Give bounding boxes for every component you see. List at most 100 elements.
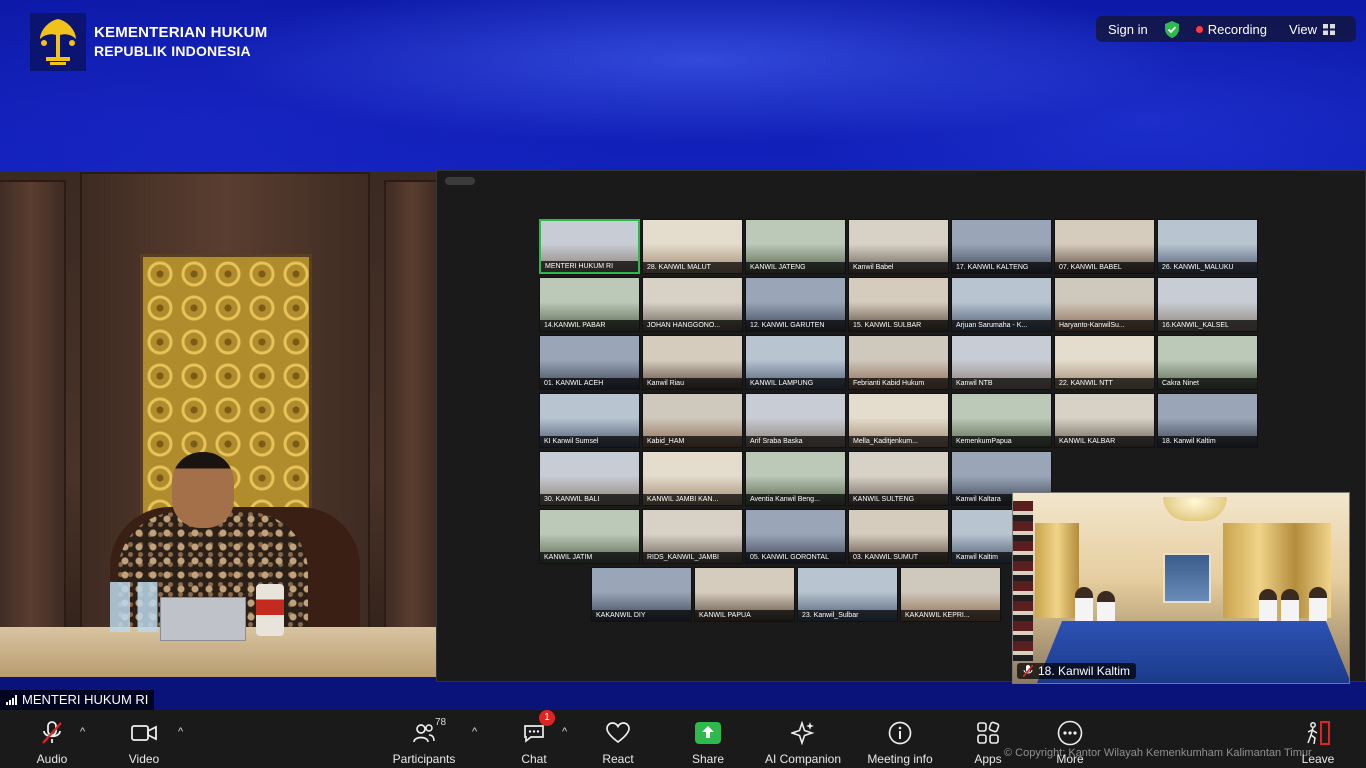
participant-tile[interactable]: 30. KANWIL BALI <box>539 451 640 506</box>
logo-title-line2: REPUBLIK INDONESIA <box>94 43 251 59</box>
participant-tile[interactable]: 22. KANWIL NTT <box>1054 335 1155 390</box>
participant-tile[interactable]: 14.KANWIL PABAR <box>539 277 640 332</box>
participants-options-chevron-up-icon[interactable]: ^ <box>472 726 477 738</box>
participant-tile[interactable]: KANWIL SULTENG <box>848 451 949 506</box>
participant-name: KANWIL KALBAR <box>1055 436 1154 447</box>
participant-tile[interactable]: KI Kanwil Sumsel <box>539 393 640 448</box>
cup <box>256 584 284 636</box>
participant-name: 22. KANWIL NTT <box>1055 378 1154 389</box>
participant-name: Mella_Kaditjenkum... <box>849 436 948 447</box>
pip-person <box>1259 589 1277 625</box>
participant-tile[interactable]: RIDS_KANWIL_JAMBI <box>642 509 743 564</box>
participant-tile[interactable]: Arif Sraba Baska <box>745 393 846 448</box>
participant-tile[interactable]: KANWIL PAPUA <box>694 567 795 622</box>
pip-video[interactable]: 18. Kanwil Kaltim <box>1012 492 1350 684</box>
encryption-shield-icon[interactable] <box>1164 20 1180 38</box>
participant-name: Kabid_HAM <box>643 436 742 447</box>
participant-name: 12. KANWIL GARUTEN <box>746 320 845 331</box>
audio-options-chevron-up-icon[interactable]: ^ <box>80 726 85 738</box>
participant-tile[interactable]: Aventia Kanwil Beng... <box>745 451 846 506</box>
participant-tile[interactable]: 28. KANWIL MALUT <box>642 219 743 274</box>
participant-tile[interactable]: Haryanto-KanwilSu... <box>1054 277 1155 332</box>
share-label: Share <box>691 752 725 766</box>
participant-tile[interactable]: 18. Kanwil Kaltim <box>1157 393 1258 448</box>
audio-label: Audio <box>36 752 68 766</box>
participant-tile[interactable]: Arjuan Sarumaha - K... <box>951 277 1052 332</box>
participant-name: RIDS_KANWIL_JAMBI <box>643 552 742 563</box>
recording-indicator[interactable]: Recording <box>1195 22 1267 37</box>
participant-tile[interactable]: Febrianti Kabid Hukum <box>848 335 949 390</box>
apps-label: Apps <box>974 752 1002 766</box>
video-options-chevron-up-icon[interactable]: ^ <box>178 726 183 738</box>
participant-tile[interactable]: 03. KANWIL SUMUT <box>848 509 949 564</box>
share-button[interactable]: Share <box>688 710 728 768</box>
grid-view-icon <box>1322 23 1335 35</box>
participant-tile[interactable]: KANWIL JATIM <box>539 509 640 564</box>
participant-tile[interactable]: Kanwil Riau <box>642 335 743 390</box>
info-icon <box>888 720 912 746</box>
speaker-name-tag: MENTERI HUKUM RI <box>0 690 155 710</box>
participant-name: KANWIL LAMPUNG <box>746 378 845 389</box>
pip-banner <box>1013 501 1033 661</box>
participant-name: 17. KANWIL KALTENG <box>952 262 1051 273</box>
participant-tile[interactable]: KANWIL KALBAR <box>1054 393 1155 448</box>
participants-count: 78 <box>435 717 447 728</box>
participant-tile[interactable]: 23. Kanwil_Sulbar <box>797 567 898 622</box>
participant-tile[interactable]: Kabid_HAM <box>642 393 743 448</box>
participant-tile[interactable]: KANWIL LAMPUNG <box>745 335 846 390</box>
audio-button[interactable]: Audio <box>30 710 74 768</box>
pip-window <box>1163 553 1211 603</box>
share-handle[interactable] <box>445 177 475 185</box>
participant-name: Febrianti Kabid Hukum <box>849 378 948 389</box>
leave-button[interactable]: Leave <box>1298 710 1338 768</box>
participant-name: KANWIL JAMBI KAN... <box>643 494 742 505</box>
apps-button[interactable]: Apps <box>968 710 1008 768</box>
chat-options-chevron-up-icon[interactable]: ^ <box>562 726 567 738</box>
signal-strength-icon <box>6 695 17 705</box>
top-controls-bar: Sign in Recording View <box>1096 16 1356 42</box>
more-button[interactable]: More <box>1050 710 1090 768</box>
participant-tile[interactable]: KANWIL JAMBI KAN... <box>642 451 743 506</box>
speaker-head <box>172 452 234 528</box>
meeting-toolbar: Audio ^ Video ^ 78 Participants ^ 1 Chat… <box>0 710 1366 768</box>
participant-tile[interactable]: 16.KANWIL_KALSEL <box>1157 277 1258 332</box>
participant-name: 30. KANWIL BALI <box>540 494 639 505</box>
participant-tile[interactable]: 17. KANWIL KALTENG <box>951 219 1052 274</box>
participant-tile[interactable]: 12. KANWIL GARUTEN <box>745 277 846 332</box>
video-button[interactable]: Video <box>124 710 164 768</box>
participant-tile[interactable]: Mella_Kaditjenkum... <box>848 393 949 448</box>
tissue-box <box>160 597 246 641</box>
participant-name: 01. KANWIL ACEH <box>540 378 639 389</box>
participant-tile[interactable]: KAKANWIL KEPRI... <box>900 567 1001 622</box>
chat-button[interactable]: 1 Chat <box>514 710 555 768</box>
muted-mic-icon <box>1023 665 1033 677</box>
participant-tile[interactable]: 15. KANWIL SULBAR <box>848 277 949 332</box>
participant-tile[interactable]: Kanwil NTB <box>951 335 1052 390</box>
view-button[interactable]: View <box>1289 22 1335 37</box>
participant-tile[interactable]: KAKANWIL DIY <box>591 567 692 622</box>
active-speaker-video[interactable] <box>0 172 436 677</box>
participant-tile[interactable]: KANWIL JATENG <box>745 219 846 274</box>
participant-tile[interactable]: 05. KANWIL GORONTAL <box>745 509 846 564</box>
participant-name: KANWIL PAPUA <box>695 610 794 621</box>
participant-tile[interactable]: 01. KANWIL ACEH <box>539 335 640 390</box>
ai-companion-button[interactable]: AI Companion <box>762 710 844 768</box>
pip-curtain <box>1035 523 1079 618</box>
participants-button[interactable]: 78 Participants <box>390 710 458 768</box>
react-button[interactable]: React <box>598 710 638 768</box>
recording-dot-icon <box>1195 25 1203 33</box>
sign-in-button[interactable]: Sign in <box>1108 22 1148 37</box>
participant-tile[interactable]: 07. KANWIL BABEL <box>1054 219 1155 274</box>
participant-tile[interactable]: 26. KANWIL_MALUKU <box>1157 219 1258 274</box>
participant-tile[interactable]: Kanwil Babel <box>848 219 949 274</box>
participant-tile[interactable]: Cakra Ninet <box>1157 335 1258 390</box>
participant-name: 03. KANWIL SUMUT <box>849 552 948 563</box>
pip-person <box>1075 587 1093 623</box>
participant-tile[interactable]: JOHAN HANGGONO... <box>642 277 743 332</box>
pip-name: 18. Kanwil Kaltim <box>1038 664 1131 678</box>
participant-tile[interactable]: MENTERI HUKUM RI <box>539 219 640 274</box>
participant-name: 26. KANWIL_MALUKU <box>1158 262 1257 273</box>
participants-icon: 78 <box>413 717 446 746</box>
meeting-info-button[interactable]: Meeting info <box>864 710 936 768</box>
participant-tile[interactable]: KemenkumPapua <box>951 393 1052 448</box>
